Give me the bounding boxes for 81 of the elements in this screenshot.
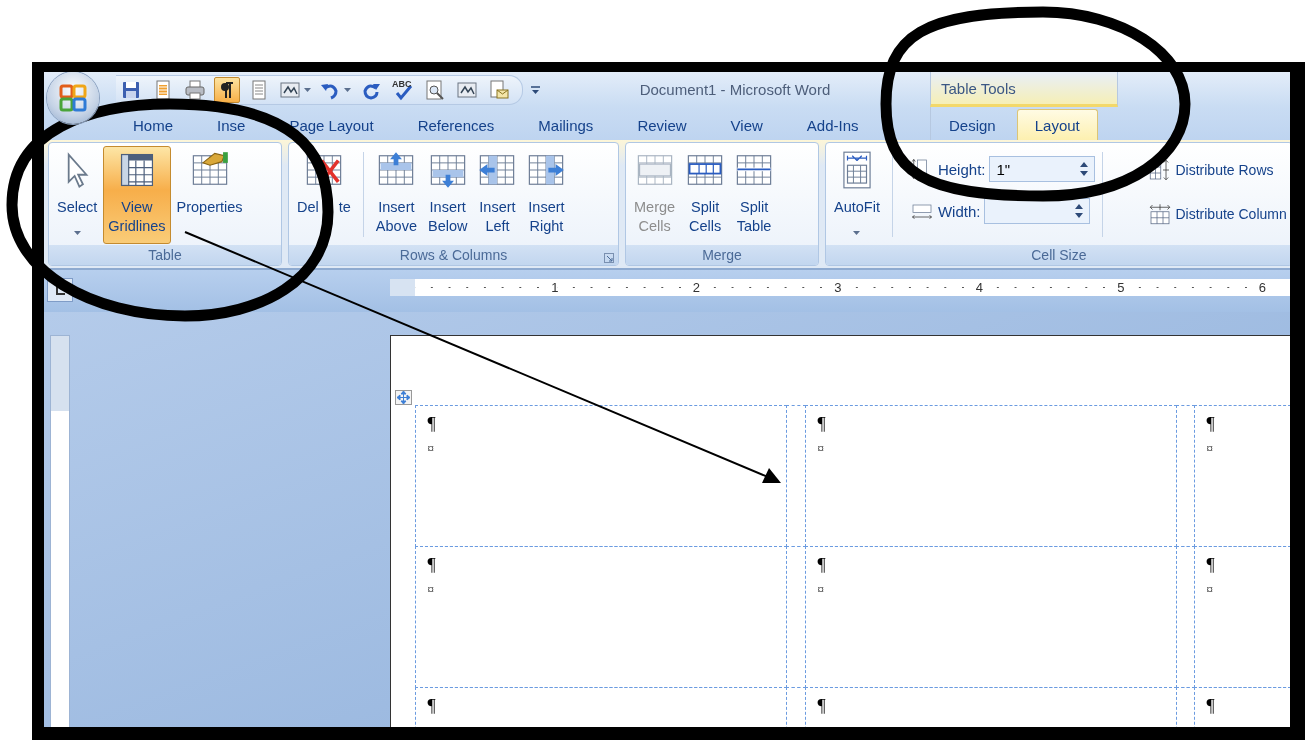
table-cell[interactable]: ¶ ¤ xyxy=(1193,404,1290,547)
spinner-arrows-icon[interactable] xyxy=(1080,161,1089,177)
ruler-number: 2 xyxy=(690,280,702,295)
ribbon-tab[interactable]: References xyxy=(395,109,517,140)
end-of-cell-mark: ¤ xyxy=(1206,581,1213,598)
paragraph-mark: ¶ xyxy=(427,413,436,435)
field-label: Height: xyxy=(937,160,986,178)
end-of-cell-mark: ¤ xyxy=(817,581,824,598)
ribbon-tab[interactable]: Review xyxy=(615,109,709,140)
ruler-number: 3 xyxy=(832,280,844,295)
quick-access-button[interactable] xyxy=(214,76,240,103)
ribbon-button[interactable]: Split Cells xyxy=(681,146,730,244)
ruler-number: 5 xyxy=(1115,280,1127,295)
quick-access-button[interactable]: ABC xyxy=(390,76,416,103)
ribbon-button[interactable]: Insert Left xyxy=(473,146,522,244)
paragraph-mark: ¶ xyxy=(817,554,826,576)
customize-toolbar-icon[interactable] xyxy=(531,84,540,95)
dropdown-caret-icon xyxy=(304,87,311,92)
spinner-field[interactable]: 1" xyxy=(989,156,1096,182)
paragraph-mark: ¶ xyxy=(1206,554,1215,576)
table-cell[interactable]: ¶ ¤ xyxy=(1193,545,1290,688)
ruler-number: 4 xyxy=(973,280,985,295)
table-move-handle[interactable] xyxy=(395,390,412,405)
table-cell[interactable]: ¶ xyxy=(804,686,1177,727)
ribbon-tab[interactable]: Inse xyxy=(195,109,268,140)
dropdown-caret-icon xyxy=(853,231,861,235)
window-title: Document1 - Microsoft Word xyxy=(638,81,832,98)
ribbon-tab[interactable]: Design xyxy=(931,109,1014,140)
contextual-tab-header: Table Tools xyxy=(930,72,1118,107)
print-preview-icon xyxy=(424,78,446,101)
spinner-arrows-icon[interactable] xyxy=(1075,203,1084,219)
table-cell[interactable]: ¶ ¤ xyxy=(804,545,1177,688)
group-label: Cell Size xyxy=(1031,247,1087,263)
ribbon-tab[interactable]: Layout xyxy=(1016,109,1098,140)
ribbon-tab[interactable]: Home xyxy=(111,109,195,140)
dialog-launcher-icon[interactable] xyxy=(604,253,614,263)
table-cell[interactable]: ¶ xyxy=(414,686,787,727)
ribbon-command[interactable]: Distribute Column xyxy=(1146,200,1289,228)
ribbon-button[interactable]: AutoFit xyxy=(829,146,885,244)
print-icon xyxy=(184,78,206,101)
ruler-number: 6 xyxy=(1256,280,1268,295)
end-of-cell-mark: ¤ xyxy=(817,440,824,457)
office-logo-icon xyxy=(58,83,88,113)
left-tab-stop-icon xyxy=(54,284,66,296)
ribbon-button[interactable]: Insert Above xyxy=(370,146,422,244)
office-button[interactable] xyxy=(47,72,99,124)
paragraph-mark: ¶ xyxy=(1206,695,1215,717)
paragraph-mark: ¶ xyxy=(817,695,826,717)
ribbon-tab[interactable]: Add-Ins xyxy=(784,109,881,140)
horizontal-ruler[interactable]: 1 2 3 4 5 6 xyxy=(390,279,1290,296)
ribbon-command[interactable]: Distribute Rows xyxy=(1146,156,1289,184)
ribbon-button[interactable]: Insert Right xyxy=(522,146,571,244)
ribbon-button[interactable]: Insert Below xyxy=(423,146,473,244)
ribbon-button[interactable]: View Gridlines xyxy=(103,146,171,244)
paragraph-mark: ¶ xyxy=(817,413,826,435)
table-cell[interactable]: ¶ ¤ xyxy=(804,404,1177,547)
end-of-cell-mark: ¤ xyxy=(1206,440,1213,457)
ribbon-tab[interactable]: Mailings xyxy=(516,109,616,140)
group-label: Table xyxy=(148,247,182,263)
table-cell[interactable]: ¶ ¤ xyxy=(414,545,787,688)
ribbon-tab[interactable]: View xyxy=(708,109,785,140)
ribbon-button[interactable]: Del te xyxy=(292,146,356,244)
end-of-cell-mark: ¤ xyxy=(427,581,434,598)
dropdown-caret-icon xyxy=(344,87,351,92)
move-arrows-icon xyxy=(397,391,410,404)
ribbon-button[interactable]: Split Table xyxy=(730,146,779,244)
distribute-columns-icon xyxy=(1148,202,1173,226)
ribbon-button[interactable]: Properties xyxy=(171,146,248,244)
group-label: Rows & Columns xyxy=(399,247,508,263)
table-cell[interactable]: ¶ xyxy=(1193,686,1290,727)
paragraph-mark: ¶ xyxy=(427,554,436,576)
ribbon-tab[interactable]: Page Layout xyxy=(267,109,396,140)
mail-merge-icon xyxy=(488,78,510,101)
end-of-cell-mark: ¤ xyxy=(427,440,434,457)
dropdown-caret-icon xyxy=(73,231,81,235)
ruler-number: 1 xyxy=(549,280,561,295)
paragraph-mark: ¶ xyxy=(427,695,436,717)
paragraph-mark: ¶ xyxy=(1206,413,1215,435)
ribbon-button[interactable]: Select xyxy=(52,146,103,244)
group-label: Merge xyxy=(702,247,742,263)
field-label: Width: xyxy=(937,202,981,220)
